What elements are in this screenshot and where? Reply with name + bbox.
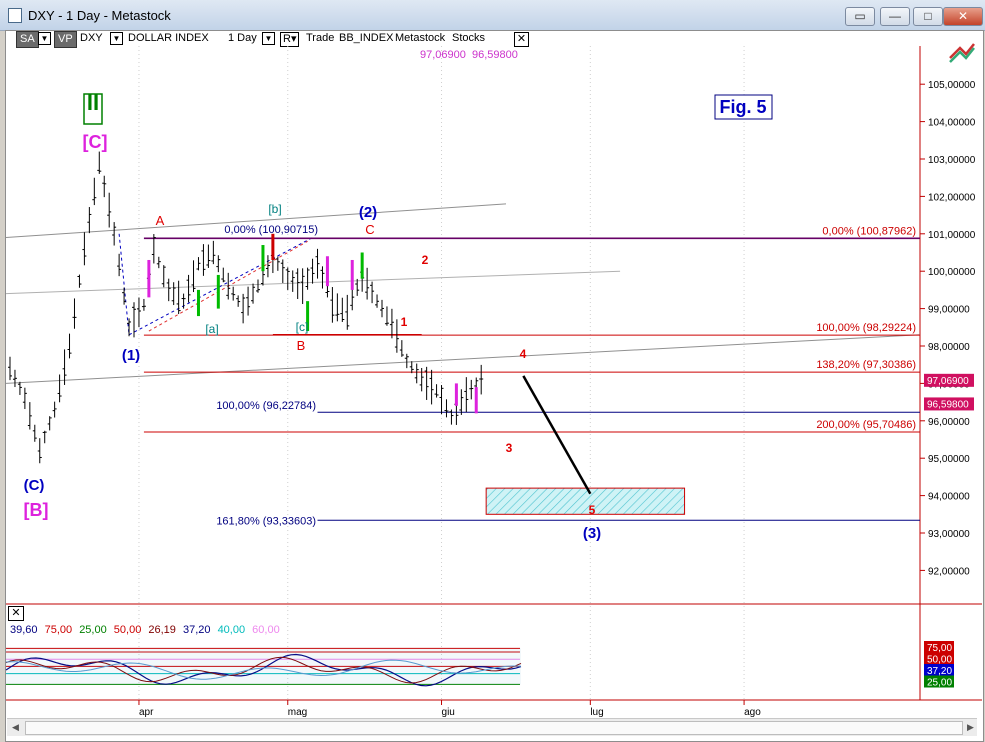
fig-label: Fig. 5 (719, 97, 766, 117)
wave-label: [a] (205, 322, 218, 336)
scroll-right-icon[interactable]: ▶ (963, 720, 978, 735)
wave-label: (3) (583, 525, 601, 542)
indicator-tag-label: 75,00 (927, 643, 952, 654)
indicator-values: 39,60 75,00 25,00 50,00 26,19 37,20 40,0… (10, 624, 284, 636)
y-tick-label: 102,00000 (928, 192, 976, 203)
fib-label: 0,00% (100,90715) (224, 224, 318, 236)
wave-label: [B] (24, 500, 49, 520)
scroll-left-icon[interactable]: ◀ (8, 720, 23, 735)
y-tick-label: 105,00000 (928, 80, 976, 91)
wave-label: (2) (359, 204, 377, 221)
indicator-close-icon[interactable]: ✕ (8, 606, 24, 621)
fib-label: 200,00% (95,70486) (816, 419, 916, 431)
wave-labels: II [C] (C) [B] A (1) [b] (2)C [a] [c] B 1 2 3 4 5 (3) Fig… (24, 90, 773, 542)
price-bars (8, 151, 484, 464)
ind-value: 50,00 (113, 624, 142, 636)
ind-value: 39,60 (10, 624, 38, 636)
fib-levels: 0,00% (100,87962) 100,00% (98,29224) 138,2… (143, 224, 920, 527)
trendline-lower (5, 334, 921, 384)
y-tick-label: 104,00000 (928, 118, 976, 129)
ind-value: 75,00 (44, 624, 73, 636)
y-tick-label: 98,00000 (928, 342, 970, 353)
price-marker-label: 97,06900 (927, 376, 969, 387)
ind-value: 26,19 (148, 624, 176, 636)
x-tick-label: mag (288, 707, 307, 718)
indicator-tag-label: 25,00 (927, 678, 952, 689)
wave-label: (1) (122, 347, 140, 364)
wave-label: 5 (589, 503, 596, 517)
ind-value: 37,20 (182, 624, 211, 636)
ind-value: 60,00 (252, 624, 280, 636)
wave-label: (C) (24, 477, 45, 494)
fib-label: 161,80% (93,33603) (216, 515, 316, 527)
x-tick-label: lug (590, 707, 603, 718)
indicator-tag-label: 50,00 (927, 655, 952, 666)
wave-label: C (365, 222, 374, 237)
y-tick-label: 93,00000 (928, 529, 970, 540)
x-tick-label: ago (744, 707, 761, 718)
y-tick-label: 101,00000 (928, 230, 976, 241)
wave-label: B (297, 338, 306, 353)
y-tick-label: 103,00000 (928, 155, 976, 166)
x-tick-label: apr (139, 707, 154, 718)
wave-label: [b] (268, 202, 281, 216)
y-tick-label: 99,00000 (928, 305, 970, 316)
wave-label: A (156, 213, 165, 228)
x-axis: apr mag giu lug ago (138, 700, 761, 718)
y-tick-label: 95,00000 (928, 454, 970, 465)
fib-label: 100,00% (98,29224) (816, 322, 916, 334)
trendlines (5, 203, 921, 384)
ind-value: 25,00 (79, 624, 107, 636)
y-tick-label: 100,00000 (928, 267, 976, 278)
ind-value: 40,00 (217, 624, 246, 636)
wave-label: 1 (401, 315, 408, 329)
grid (138, 46, 745, 700)
projection-line (522, 375, 592, 495)
x-tick-label: giu (442, 707, 455, 718)
wave-label: 2 (422, 253, 429, 267)
y-tick-label: 96,00000 (928, 417, 970, 428)
y-tick-label: 94,00000 (928, 492, 970, 503)
indicator-tag-label: 37,20 (927, 666, 952, 677)
trendline-dashed-blue (118, 233, 130, 335)
y-tick-label: 92,00000 (928, 566, 970, 577)
wave-label: 3 (506, 441, 513, 455)
fib-label: 0,00% (100,87962) (822, 225, 916, 237)
target-zone-box (485, 487, 686, 515)
y-axis: 105,00000 104,00000 103,00000 102,00000 101,… (920, 80, 976, 577)
fib-label: 138,20% (97,30386) (816, 359, 916, 371)
wave-label: 4 (520, 347, 527, 361)
scroll-thumb[interactable] (25, 721, 963, 735)
indicator-band (6, 648, 521, 685)
horizontal-scrollbar[interactable]: ◀ ▶ (7, 718, 977, 736)
wave-label: [c] (296, 320, 309, 334)
fib-label: 100,00% (96,22784) (216, 400, 316, 412)
wave-label: [C] (83, 132, 108, 152)
indicator-panel: 75,0050,0037,2025,00 (5, 641, 954, 689)
price-marker-label: 96,59800 (927, 399, 969, 410)
wave-label: II (87, 90, 99, 115)
trendline-dashed-blue-2 (128, 237, 313, 336)
